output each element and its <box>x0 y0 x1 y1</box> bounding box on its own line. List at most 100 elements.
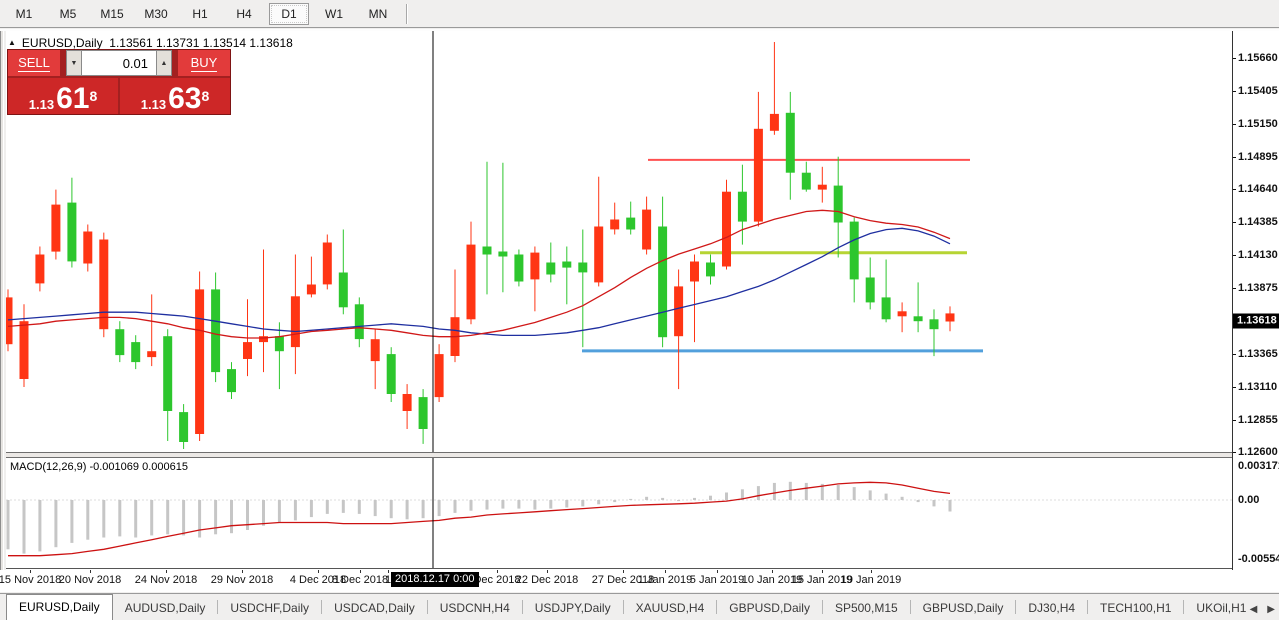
date-axis-tick <box>717 570 718 573</box>
date-axis-tick <box>30 570 31 573</box>
timeframe-button-m30[interactable]: M30 <box>137 4 175 24</box>
macd-chart <box>6 458 1232 568</box>
sell-price-big: 61 <box>56 86 89 112</box>
volume-increase-icon[interactable]: ▲ <box>156 50 172 76</box>
chart-ohlc-values: 1.13561 1.13731 1.13514 1.13618 <box>109 36 293 50</box>
chart-tab-xauusd[interactable]: XAUUSD,H4 <box>624 597 717 620</box>
price-axis-label: 1.14640 <box>1238 183 1278 195</box>
sell-price-sup: 8 <box>89 89 97 103</box>
tab-scroll-controls: ◀▶ <box>1250 605 1275 615</box>
timeframe-button-mn[interactable]: MN <box>359 4 397 24</box>
current-price-tag: 1.13618 <box>1233 313 1279 328</box>
date-axis-tick <box>665 570 666 573</box>
price-axis-tick <box>1233 452 1236 453</box>
date-axis-tick <box>547 570 548 573</box>
price-axis-tick <box>1233 124 1236 125</box>
price-axis-label: 1.14385 <box>1238 216 1278 228</box>
price-axis-label: 1.14130 <box>1238 249 1278 261</box>
toolbar-separator <box>406 4 408 24</box>
date-axis-tick <box>871 570 872 573</box>
chart-tab-usdcad[interactable]: USDCAD,Daily <box>322 597 427 620</box>
chart-tab-bar: EURUSD,DailyAUDUSD,DailyUSDCHF,DailyUSDC… <box>0 593 1279 620</box>
date-axis-label: 20 Nov 2018 <box>59 574 121 586</box>
buy-price-sup: 8 <box>201 89 209 103</box>
price-axis-label: 1.15150 <box>1238 118 1278 130</box>
price-axis-label: 1.15660 <box>1238 52 1278 64</box>
chart-tab-gbpusd[interactable]: GBPUSD,Daily <box>911 597 1016 620</box>
price-axis-tick <box>1233 157 1236 158</box>
buy-button[interactable]: BUY <box>178 50 230 76</box>
price-axis-tick <box>1233 222 1236 223</box>
date-axis-tick <box>318 570 319 573</box>
date-axis-label: 19 Jan 2019 <box>841 574 902 586</box>
collapse-panel-icon[interactable]: ▲ <box>8 38 16 47</box>
chart-tab-dj30[interactable]: DJ30,H4 <box>1016 597 1087 620</box>
price-axis[interactable]: 1.15660 1.15405 1.15150 1.14895 1.14640 1.143… <box>1232 31 1279 570</box>
date-axis-tick <box>166 570 167 573</box>
date-axis-tick <box>772 570 773 573</box>
volume-input[interactable]: 0.01 <box>82 50 156 76</box>
timeframe-button-m1[interactable]: M1 <box>5 4 43 24</box>
buy-price-prefix: 1.13 <box>141 98 166 111</box>
sell-button[interactable]: SELL <box>8 50 60 76</box>
date-axis-label: 24 Nov 2018 <box>135 574 197 586</box>
chart-title: ▲ EURUSD,Daily 1.13561 1.13731 1.13514 1.… <box>8 36 293 50</box>
macd-axis-label: 0.003171 <box>1238 460 1279 472</box>
volume-decrease-icon[interactable]: ▼ <box>66 50 82 76</box>
sell-price-prefix: 1.13 <box>29 98 54 111</box>
macd-indicator-label: MACD(12,26,9) -0.001069 0.000615 <box>10 461 188 473</box>
volume-stepper: ▼ 0.01 ▲ <box>66 50 172 76</box>
price-axis-tick <box>1233 189 1236 190</box>
price-axis-label: 1.14895 <box>1238 151 1278 163</box>
date-axis-label: 8 Dec 2018 <box>332 574 388 586</box>
tab-scroll-right-icon[interactable]: ▶ <box>1267 605 1275 615</box>
chart-tab-ukoil[interactable]: UKOil,H1 <box>1184 597 1258 620</box>
chart-tab-usdcnh[interactable]: USDCNH,H4 <box>428 597 522 620</box>
chart-tab-gbpusd[interactable]: GBPUSD,Daily <box>717 597 822 620</box>
price-axis-label: 1.15405 <box>1238 85 1278 97</box>
chart-tab-tech100[interactable]: TECH100,H1 <box>1088 597 1183 620</box>
price-axis-tick <box>1233 91 1236 92</box>
price-axis-label: 1.13875 <box>1238 282 1278 294</box>
price-axis-label: 1.12600 <box>1238 446 1278 458</box>
price-axis-label: 1.12855 <box>1238 414 1278 426</box>
timeframe-button-m5[interactable]: M5 <box>49 4 87 24</box>
ma-fast-line <box>8 210 950 338</box>
sell-price-box[interactable]: 1.13 61 8 <box>8 78 118 114</box>
timeframe-button-m15[interactable]: M15 <box>93 4 131 24</box>
timeframe-button-d1[interactable]: D1 <box>269 3 309 25</box>
one-click-trading-panel: SELL ▼ 0.01 ▲ BUY 1.13 61 8 1.13 63 8 <box>8 50 230 114</box>
macd-indicator-pane[interactable] <box>6 458 1232 568</box>
price-axis-tick <box>1233 58 1236 59</box>
price-axis-label: 1.13110 <box>1238 381 1277 393</box>
chart-tab-eurusd-active[interactable]: EURUSD,Daily <box>6 594 113 620</box>
cursor-date-tag: 2018.12.17 0:00 <box>391 572 479 587</box>
chart-tab-audusd[interactable]: AUDUSD,Daily <box>113 597 218 620</box>
timeframe-toolbar: M1 M5 M15 M30 H1 H4 D1 W1 MN <box>0 0 1279 28</box>
timeframe-button-h4[interactable]: H4 <box>225 4 263 24</box>
date-axis[interactable]: 15 Nov 201820 Nov 201824 Nov 201829 Nov … <box>0 570 1279 592</box>
price-axis-tick <box>1233 387 1236 388</box>
date-axis-tick <box>242 570 243 573</box>
price-axis-tick <box>1233 420 1236 421</box>
mt4-window: M1 M5 M15 M30 H1 H4 D1 W1 MN ▲ EURUSD,Daily 1.135… <box>0 0 1279 620</box>
buy-price-box[interactable]: 1.13 63 8 <box>120 78 230 114</box>
date-axis-tick <box>90 570 91 573</box>
timeframe-button-w1[interactable]: W1 <box>315 4 353 24</box>
candle-bodies <box>6 113 955 442</box>
date-axis-label: 22 Dec 2018 <box>516 574 578 586</box>
tab-scroll-left-icon[interactable]: ◀ <box>1250 605 1258 615</box>
chart-tab-usdjpy[interactable]: USDJPY,Daily <box>523 597 623 620</box>
chart-tab-usdchf[interactable]: USDCHF,Daily <box>218 597 321 620</box>
date-axis-label: 29 Nov 2018 <box>211 574 273 586</box>
date-axis-tick <box>497 570 498 573</box>
buy-price-big: 63 <box>168 86 201 112</box>
chart-symbol-label: EURUSD,Daily <box>22 36 103 50</box>
ma-slow-line <box>8 228 950 335</box>
macd-histogram <box>7 482 952 554</box>
macd-signal-line <box>8 482 950 555</box>
date-axis-label: Dec 2018 <box>473 574 520 586</box>
price-axis-tick <box>1233 255 1236 256</box>
chart-tab-sp500[interactable]: SP500,M15 <box>823 597 910 620</box>
timeframe-button-h1[interactable]: H1 <box>181 4 219 24</box>
